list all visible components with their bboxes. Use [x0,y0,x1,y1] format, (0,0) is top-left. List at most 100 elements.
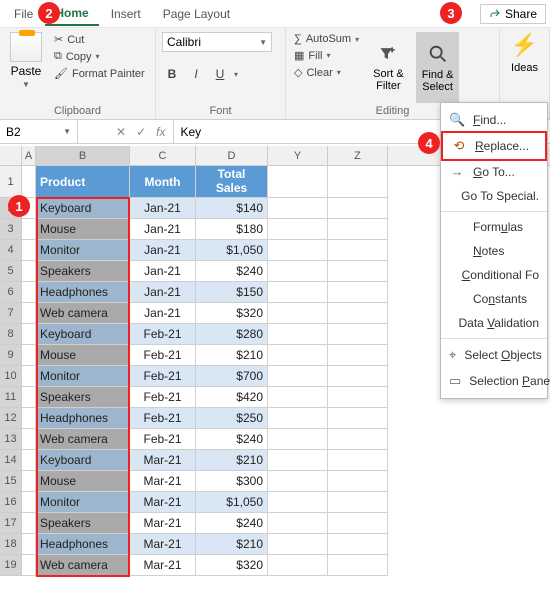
col-header-Y[interactable]: Y [268,146,328,165]
cell[interactable] [268,166,328,198]
cell-month[interactable]: Feb-21 [130,408,196,429]
cell[interactable] [268,345,328,366]
row-header[interactable]: 13 [0,429,22,450]
cell[interactable] [328,555,388,576]
cell[interactable] [22,471,36,492]
row-header[interactable]: 1 [0,166,22,198]
underline-button[interactable]: U [210,64,230,84]
cell[interactable] [328,345,388,366]
cell-month[interactable]: Jan-21 [130,219,196,240]
font-name-select[interactable]: Calibri▼ [162,32,272,52]
cell-product[interactable]: Keyboard [36,324,130,345]
cell[interactable] [22,387,36,408]
cell-sales[interactable]: $1,050 [196,240,268,261]
cell[interactable] [328,471,388,492]
cell[interactable] [328,282,388,303]
cell[interactable] [268,366,328,387]
cell-product[interactable]: Monitor [36,240,130,261]
cell-sales[interactable]: $240 [196,261,268,282]
cell-header-month[interactable]: Month [130,166,196,198]
cell-header-product[interactable]: Product [36,166,130,198]
cell[interactable] [328,492,388,513]
cell[interactable] [268,534,328,555]
bold-button[interactable]: B [162,64,182,84]
cell[interactable] [22,492,36,513]
cell-month[interactable]: Mar-21 [130,513,196,534]
sort-filter-button[interactable]: Sort & Filter [367,32,410,103]
menu-select-objects[interactable]: ⌖Select Objects [441,342,547,368]
cell[interactable] [268,429,328,450]
cell-sales[interactable]: $420 [196,387,268,408]
fill-button[interactable]: ▦Fill▾ [292,48,361,63]
cell[interactable] [328,534,388,555]
cell[interactable] [22,534,36,555]
cell[interactable] [268,198,328,219]
cell-sales[interactable]: $320 [196,303,268,324]
cell-month[interactable]: Feb-21 [130,366,196,387]
cell[interactable] [328,513,388,534]
select-all-corner[interactable] [0,146,22,165]
cell-product[interactable]: Web camera [36,303,130,324]
row-header[interactable]: 7 [0,303,22,324]
row-header[interactable]: 11 [0,387,22,408]
cell-month[interactable]: Mar-21 [130,471,196,492]
cell[interactable] [328,450,388,471]
cell[interactable] [22,303,36,324]
cell-product[interactable]: Keyboard [36,198,130,219]
cell[interactable] [22,240,36,261]
cell[interactable] [328,261,388,282]
cell-sales[interactable]: $140 [196,198,268,219]
format-painter-button[interactable]: 🖌Format Painter [52,66,147,81]
cell[interactable] [328,240,388,261]
cell-product[interactable]: Mouse [36,471,130,492]
cell[interactable] [268,324,328,345]
col-header-A[interactable]: A [22,146,36,165]
row-header[interactable]: 10 [0,366,22,387]
menu-data-validation[interactable]: Data Validation [441,311,547,335]
find-select-button[interactable]: Find & Select [416,32,460,103]
tab-insert[interactable]: Insert [101,3,151,25]
cell-product[interactable]: Monitor [36,366,130,387]
cell-sales[interactable]: $1,050 [196,492,268,513]
cell-sales[interactable]: $240 [196,429,268,450]
italic-button[interactable]: I [186,64,206,84]
copy-button[interactable]: ⧉Copy▾ [52,49,147,64]
cell-month[interactable]: Feb-21 [130,324,196,345]
cell-product[interactable]: Web camera [36,429,130,450]
menu-replace[interactable]: ⟲Replace... [441,131,547,161]
tab-home[interactable]: Home [45,2,98,26]
cell[interactable] [22,166,36,198]
cell-sales[interactable]: $280 [196,324,268,345]
cell[interactable] [268,387,328,408]
cell-sales[interactable]: $240 [196,513,268,534]
cell-month[interactable]: Jan-21 [130,303,196,324]
cell-product[interactable]: Headphones [36,408,130,429]
tab-page-layout[interactable]: Page Layout [153,3,240,25]
cell-sales[interactable]: $320 [196,555,268,576]
cell[interactable] [268,240,328,261]
cell-month[interactable]: Mar-21 [130,534,196,555]
share-button[interactable]: Share [480,4,546,24]
paste-button[interactable]: Paste ▼ [6,32,46,103]
cell-product[interactable]: Speakers [36,387,130,408]
cell[interactable] [268,471,328,492]
name-box[interactable]: B2▼ [0,120,78,143]
cell-product[interactable]: Web camera [36,555,130,576]
cell[interactable] [22,450,36,471]
cell[interactable] [22,198,36,219]
cell-product[interactable]: Keyboard [36,450,130,471]
cell[interactable] [268,492,328,513]
row-header[interactable]: 8 [0,324,22,345]
row-header[interactable]: 5 [0,261,22,282]
cell[interactable] [328,429,388,450]
cell-month[interactable]: Mar-21 [130,555,196,576]
enter-icon[interactable]: ✓ [136,125,146,139]
cell-month[interactable]: Feb-21 [130,345,196,366]
row-header[interactable]: 12 [0,408,22,429]
col-header-B[interactable]: B [36,146,130,165]
row-header[interactable]: 15 [0,471,22,492]
row-header[interactable]: 16 [0,492,22,513]
cell[interactable] [328,198,388,219]
cell[interactable] [328,324,388,345]
cell[interactable] [22,513,36,534]
